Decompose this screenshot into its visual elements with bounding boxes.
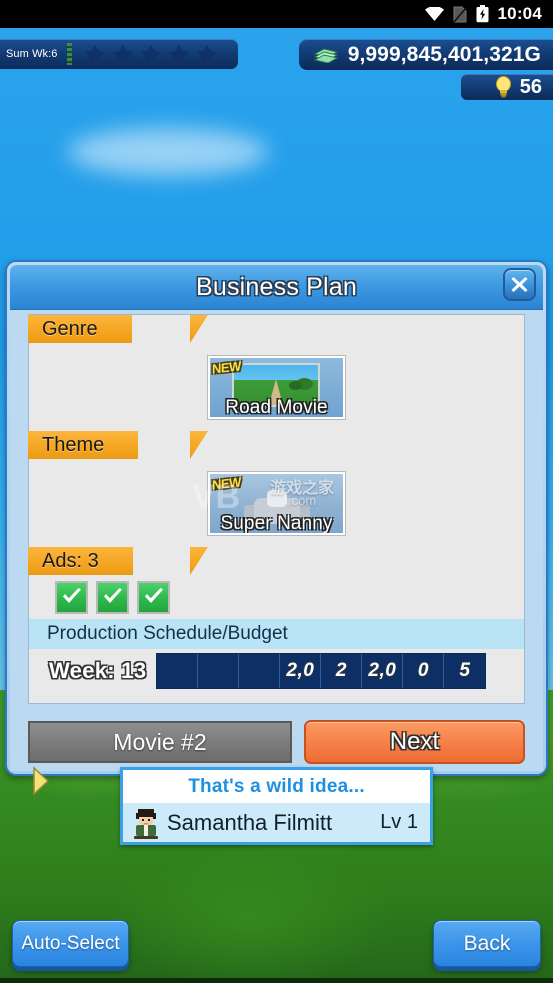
star-icon	[196, 44, 218, 65]
back-button-label: Back	[463, 931, 511, 955]
auto-select-button[interactable]: Auto-Select	[12, 920, 129, 967]
new-badge: NEW	[212, 357, 241, 377]
ads-checkbox[interactable]	[96, 580, 129, 614]
research-points-display: 56	[461, 74, 553, 100]
ads-tab-slant	[190, 547, 208, 575]
character-level: Lv 1	[380, 811, 418, 833]
star-icon	[84, 44, 106, 65]
money-display: 9,999,845,401,321G	[298, 39, 553, 70]
character-quote: That's a wild idea...	[188, 775, 365, 797]
android-status-bar: 10:04	[0, 0, 553, 28]
check-mark-icon	[102, 588, 124, 606]
theme-card-label: Super Nanny	[220, 512, 333, 534]
budget-cell	[157, 654, 199, 688]
check-mark-icon	[143, 588, 165, 606]
status-bar-clock: 10:04	[497, 4, 542, 23]
character-portrait-icon	[131, 807, 161, 839]
budget-cell: 2,0	[280, 654, 322, 688]
money-amount: 9,999,845,401,321G	[347, 42, 541, 66]
check-mark-icon	[61, 588, 83, 606]
budget-strip[interactable]: 2,0 2 2,0 0 5	[156, 653, 487, 689]
business-plan-dialog: Business Plan Genre NEW Road Movie Theme…	[5, 260, 548, 796]
ads-checkbox[interactable]	[55, 580, 88, 614]
cloud-decoration	[68, 128, 268, 176]
back-button[interactable]: Back	[433, 920, 541, 967]
budget-cell: 5	[459, 660, 471, 681]
bush-decoration	[289, 380, 302, 390]
star-icon	[168, 44, 190, 65]
movie-prev-arrow[interactable]	[32, 766, 50, 796]
next-button-label: Next	[389, 728, 440, 755]
budget-cell: 0	[403, 654, 445, 688]
hud-divider	[66, 43, 72, 65]
ads-checkbox-row	[29, 575, 524, 619]
star-icon	[112, 44, 134, 65]
battery-charging-icon	[476, 5, 489, 23]
ads-label: Ads: 3	[28, 547, 133, 575]
wifi-icon	[424, 7, 444, 21]
next-button[interactable]: Next	[303, 720, 525, 764]
schedule-header-label: Production Schedule/Budget	[47, 623, 288, 644]
budget-cell: 2	[321, 654, 363, 688]
week-counter-label: Sum Wk:6	[6, 48, 58, 60]
ads-checkbox[interactable]	[137, 580, 170, 614]
movie-selector-label: Movie #2	[113, 728, 207, 755]
business-plan-panel: Genre NEW Road Movie Theme NEW Super Nan…	[28, 314, 525, 704]
star-icon	[140, 44, 162, 65]
star-rating	[84, 44, 218, 65]
week-rating-badge: Sum Wk:6	[0, 39, 238, 69]
schedule-header: Production Schedule/Budget	[29, 619, 524, 649]
theme-tab-slant	[190, 431, 208, 459]
research-points-value: 56	[519, 75, 542, 98]
character-name: Samantha Filmitt	[167, 809, 333, 835]
genre-section-header: Genre	[28, 315, 524, 343]
close-x-icon	[510, 275, 529, 294]
character-dialogue-box: That's a wild idea... Samantha Filmitt L…	[120, 767, 433, 845]
genre-card-row: NEW Road Movie	[29, 343, 524, 431]
theme-card[interactable]: NEW Super Nanny	[208, 471, 345, 535]
nanny-head-art	[266, 489, 287, 507]
genre-card-label: Road Movie	[225, 396, 328, 418]
close-button[interactable]	[503, 268, 536, 301]
dialog-footer: Movie #2 Next	[28, 719, 525, 765]
cash-stack-icon	[313, 46, 339, 64]
budget-cell: 2,0	[362, 654, 404, 688]
light-bulb-icon	[495, 76, 512, 98]
movie-selector-button[interactable]: Movie #2	[28, 721, 292, 763]
sim-card-icon	[452, 6, 467, 23]
theme-label: Theme	[28, 431, 139, 459]
genre-card[interactable]: NEW Road Movie	[208, 355, 345, 419]
character-info-row: Samantha Filmitt Lv 1	[123, 803, 430, 842]
page-title: Business Plan	[195, 272, 358, 301]
dialog-body: Genre NEW Road Movie Theme NEW Super Nan…	[10, 310, 543, 796]
auto-select-label: Auto-Select	[21, 932, 120, 954]
genre-label: Genre	[28, 315, 132, 343]
week-value-label: Week: 13	[49, 658, 147, 683]
new-badge: NEW	[212, 473, 241, 493]
genre-tab-slant	[190, 315, 208, 343]
dialog-title-bar: Business Plan	[10, 265, 543, 310]
ads-section-header: Ads: 3	[28, 547, 524, 575]
theme-card-row: NEW Super Nanny	[29, 459, 524, 547]
budget-cell	[198, 654, 240, 688]
budget-cell	[239, 654, 281, 688]
theme-section-header: Theme	[28, 431, 524, 459]
schedule-row: Week: 13 2,0 2 2,0 0 5	[29, 649, 524, 693]
